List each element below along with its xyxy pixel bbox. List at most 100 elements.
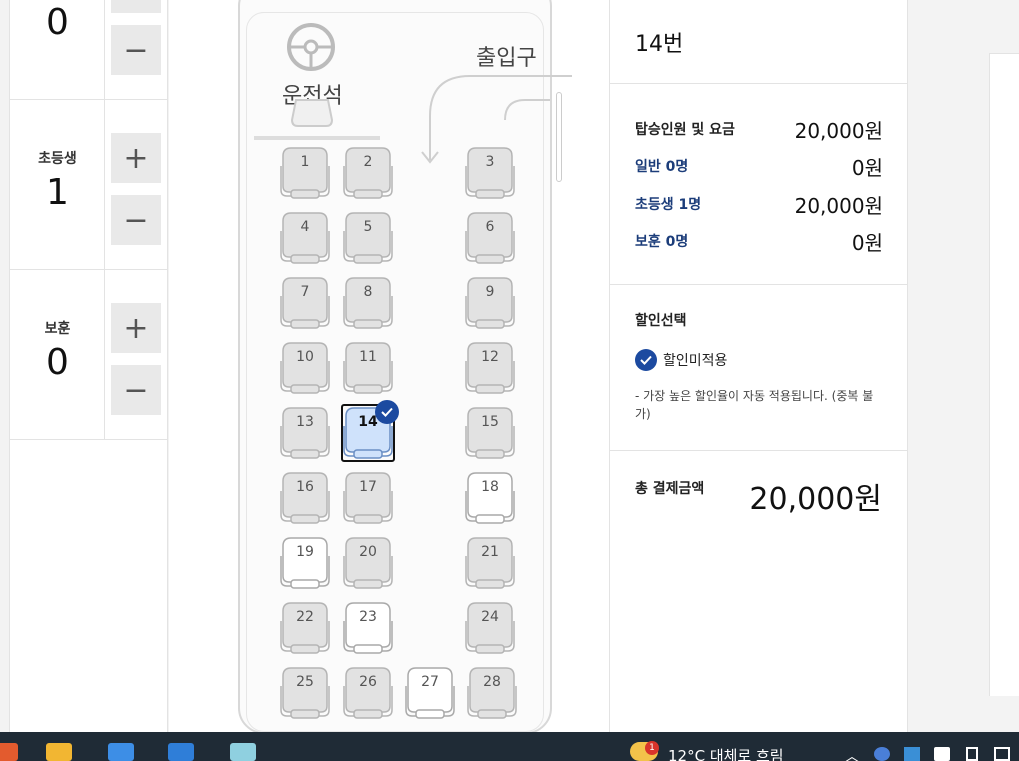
seat-number-label: 21 <box>481 544 499 560</box>
seat-20[interactable]: 20 <box>342 536 394 590</box>
seat-13[interactable]: 13 <box>279 406 331 460</box>
seat-22[interactable]: 22 <box>279 601 331 655</box>
notes-icon[interactable] <box>230 743 256 761</box>
seat-number-label: 1 <box>300 154 310 170</box>
total-label: 총 결제금액 <box>635 481 705 497</box>
seat-number-label: 24 <box>481 609 499 625</box>
page: 0 + − 초등생 1 + − 보훈 0 + − <box>0 0 1019 734</box>
seat-number-label: 27 <box>421 674 439 690</box>
seat-7[interactable]: 7 <box>279 276 331 330</box>
seat-number-label: 7 <box>300 284 310 300</box>
seat-1[interactable]: 1 <box>279 146 331 200</box>
seat-number-label: 9 <box>485 284 495 300</box>
divider <box>610 450 907 451</box>
reservation-summary: 14번 탑승인원 및 요금 20,000원 일반 0명 0원 초등생 1명 20… <box>609 0 908 732</box>
seat-12[interactable]: 12 <box>464 341 516 395</box>
clock-app-icon[interactable] <box>874 747 890 761</box>
count-label-column: 초등생 1 <box>10 100 105 269</box>
seat-4[interactable]: 4 <box>279 211 331 265</box>
increase-button[interactable]: + <box>111 133 161 183</box>
decrease-button[interactable]: − <box>111 365 161 415</box>
seat-11[interactable]: 11 <box>342 341 394 395</box>
seat-number-label: 2 <box>363 154 373 170</box>
display-icon[interactable] <box>994 747 1010 761</box>
seat-21[interactable]: 21 <box>464 536 516 590</box>
store-icon[interactable] <box>108 743 134 761</box>
shield-icon[interactable] <box>934 747 950 761</box>
seat-9[interactable]: 9 <box>464 276 516 330</box>
seat-15[interactable]: 15 <box>464 406 516 460</box>
seat-28[interactable]: 28 <box>466 666 518 720</box>
total-amount: 20,000원 <box>749 482 882 517</box>
seat-24[interactable]: 24 <box>464 601 516 655</box>
seat-number-label: 10 <box>296 349 314 365</box>
increase-button[interactable]: + <box>111 303 161 353</box>
seat-19[interactable]: 19 <box>279 536 331 590</box>
battery-icon[interactable] <box>966 747 978 761</box>
increase-button[interactable]: + <box>111 0 161 13</box>
seat-number-label: 16 <box>296 479 314 495</box>
seat-number-label: 8 <box>363 284 373 300</box>
count-label: 보훈 <box>44 321 71 337</box>
seat-number-label: 18 <box>481 479 499 495</box>
steering-wheel-icon <box>287 23 335 71</box>
decrease-button[interactable]: − <box>111 25 161 75</box>
fare-total-row: 탑승인원 및 요금 20,000원 <box>635 115 883 143</box>
seat-10[interactable]: 10 <box>279 341 331 395</box>
seat-number-label: 4 <box>300 219 310 235</box>
seat-3[interactable]: 3 <box>464 146 516 200</box>
seat-number-label: 22 <box>296 609 314 625</box>
seat-number-label: 19 <box>296 544 314 560</box>
count-value: 0 <box>46 342 69 383</box>
app-tray-icon[interactable] <box>904 747 920 761</box>
mail-icon[interactable] <box>168 743 194 761</box>
seat-25[interactable]: 25 <box>279 666 331 720</box>
count-value: 1 <box>46 172 69 213</box>
divider <box>610 83 907 84</box>
divider <box>610 284 907 285</box>
count-label-column: 0 <box>10 0 105 99</box>
seat-5[interactable]: 5 <box>342 211 394 265</box>
count-row-veteran: 보훈 0 + − <box>10 270 167 440</box>
seat-26[interactable]: 26 <box>342 666 394 720</box>
count-value: 0 <box>46 2 69 43</box>
check-circle-icon <box>375 400 399 424</box>
folder-icon[interactable] <box>46 743 72 761</box>
weather-badge: 1 <box>645 741 659 755</box>
fare-value: 0원 <box>851 156 883 180</box>
discount-option-none[interactable]: 할인미적용 <box>635 347 727 373</box>
fare-row-child: 초등생 1명 20,000원 <box>635 190 883 218</box>
seat-number-label: 26 <box>359 674 377 690</box>
discount-note: - 가장 높은 할인율이 자동 적용됩니다. (중복 불가) <box>635 389 874 421</box>
check-circle-icon[interactable] <box>635 349 657 371</box>
decrease-button[interactable]: − <box>111 195 161 245</box>
seat-number-label: 25 <box>296 674 314 690</box>
fare-row-general: 일반 0명 0원 <box>635 152 883 180</box>
seat-2[interactable]: 2 <box>342 146 394 200</box>
fare-title: 탑승인원 및 요금 <box>635 122 735 138</box>
fare-label: 보훈 0명 <box>635 234 689 250</box>
app-icon[interactable] <box>0 743 18 761</box>
seat-number-label: 23 <box>359 609 377 625</box>
seat-8[interactable]: 8 <box>342 276 394 330</box>
seat-6[interactable]: 6 <box>464 211 516 265</box>
seat-27[interactable]: 27 <box>404 666 456 720</box>
seat-number-label: 28 <box>483 674 501 690</box>
fare-label: 일반 0명 <box>635 159 689 175</box>
seat-17[interactable]: 17 <box>342 471 394 525</box>
driver-seat-icon <box>290 99 334 127</box>
count-label: 초등생 <box>38 151 77 167</box>
side-panel-edge <box>989 53 1019 696</box>
seat-18[interactable]: 18 <box>464 471 516 525</box>
seat-16[interactable]: 16 <box>279 471 331 525</box>
taskbar: 1 12°C 대체로 흐림 ︿ <box>0 732 1019 761</box>
chevron-up-icon[interactable]: ︿ <box>845 746 859 761</box>
fare-value: 0원 <box>851 231 883 255</box>
count-row-child: 초등생 1 + − <box>10 100 167 270</box>
count-label-column: 보훈 0 <box>10 270 105 439</box>
seat-number-label: 12 <box>481 349 499 365</box>
seat-number-label: 6 <box>485 219 495 235</box>
weather-text[interactable]: 12°C 대체로 흐림 <box>668 745 784 761</box>
seat-number-label: 5 <box>363 219 373 235</box>
seat-23[interactable]: 23 <box>342 601 394 655</box>
